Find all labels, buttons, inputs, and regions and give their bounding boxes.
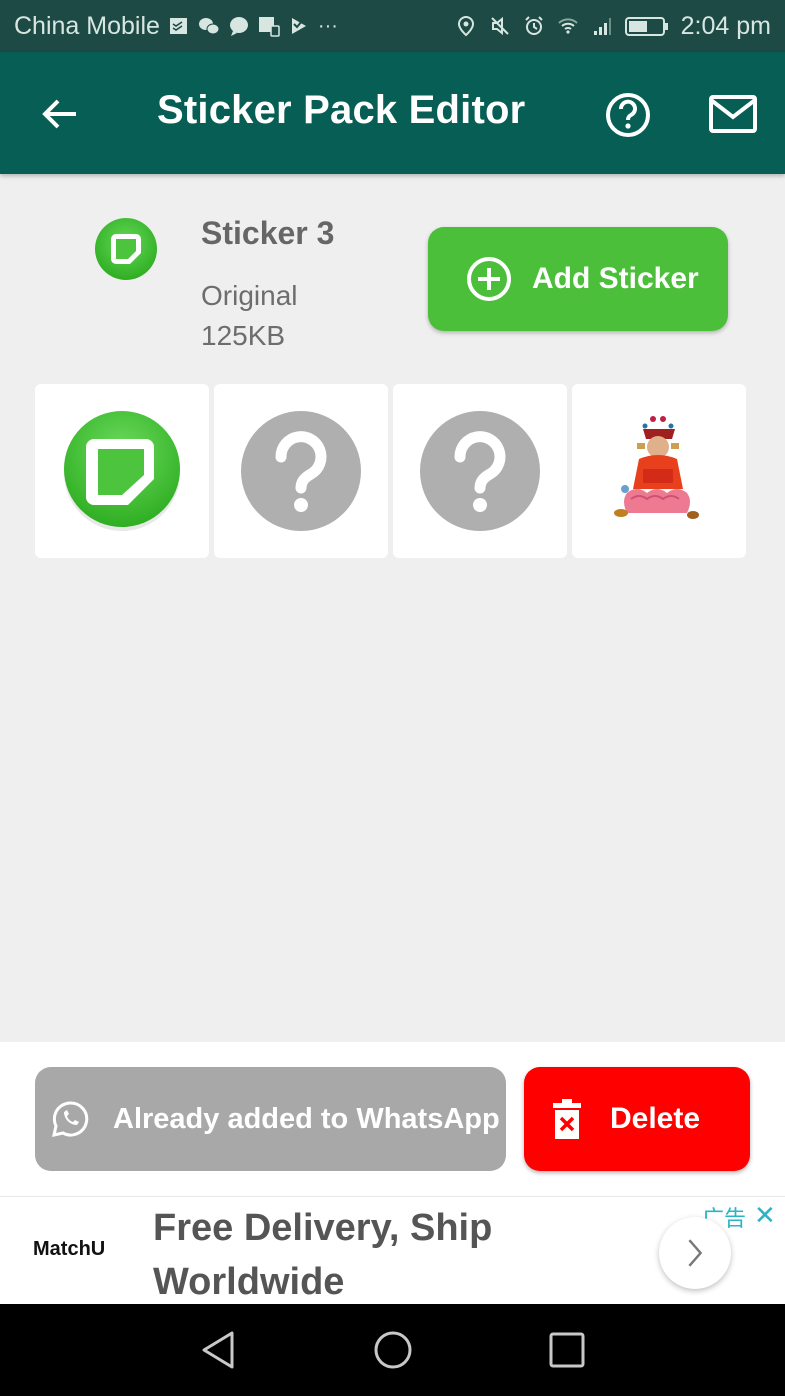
sticker-cell[interactable]	[35, 384, 209, 558]
ad-banner[interactable]: MatchU Free Delivery, Ship Worldwide 广告 …	[0, 1196, 785, 1304]
mute-icon	[489, 15, 511, 37]
app-bar: Sticker Pack Editor	[0, 52, 785, 174]
delete-label: Delete	[610, 1102, 701, 1135]
alarm-icon	[523, 15, 545, 37]
pack-tray-icon	[93, 216, 159, 282]
notes-phone-icon	[258, 15, 280, 37]
carrier-name: China Mobile	[14, 11, 160, 40]
add-sticker-button[interactable]: Add Sticker	[428, 227, 728, 331]
help-button[interactable]	[604, 91, 652, 139]
pack-size: 125KB	[201, 320, 286, 351]
add-sticker-label: Add Sticker	[532, 262, 699, 295]
sticker-cell[interactable]	[214, 384, 388, 558]
triangle-back-icon	[202, 1331, 234, 1369]
nav-recents-button[interactable]	[545, 1328, 589, 1372]
location-icon	[455, 15, 477, 37]
back-button[interactable]	[38, 92, 82, 136]
chevron-right-icon	[688, 1239, 703, 1267]
ad-brand: MatchU	[33, 1238, 106, 1260]
arrow-left-icon	[42, 99, 76, 129]
square-recents-icon	[549, 1332, 585, 1368]
question-placeholder-icon	[241, 411, 361, 531]
mail-icon	[709, 95, 757, 133]
nav-back-button[interactable]	[198, 1328, 242, 1372]
system-nav-bar	[0, 1304, 785, 1396]
ad-close-button[interactable]: ✕	[754, 1200, 776, 1231]
wechat-icon	[198, 15, 220, 37]
pack-name: Sticker 3	[201, 215, 335, 251]
whatsapp-status-label: Already added to WhatsApp	[113, 1102, 500, 1135]
check-flag-icon	[288, 15, 310, 37]
delete-button[interactable]: Delete	[524, 1067, 750, 1171]
wifi-icon	[557, 15, 579, 37]
battery-icon	[624, 15, 669, 37]
nav-home-button[interactable]	[371, 1328, 415, 1372]
god-of-wealth-sticker-image	[614, 416, 699, 519]
page-title: Sticker Pack Editor	[157, 88, 526, 132]
sticker-cell[interactable]	[572, 384, 746, 558]
more-notifications: ···	[317, 14, 338, 37]
status-bar: China Mobile ··· 2:04 pm	[0, 0, 785, 52]
sticker-app-logo-icon	[64, 411, 180, 531]
ad-headline[interactable]: Free Delivery, Ship Worldwide	[153, 1201, 573, 1309]
ad-next-button[interactable]	[659, 1217, 731, 1289]
circle-home-icon	[374, 1331, 412, 1369]
signal-icon	[591, 15, 613, 37]
pack-quality: Original	[201, 280, 298, 311]
notes-icon	[168, 15, 190, 37]
mail-button[interactable]	[708, 92, 758, 138]
question-placeholder-icon	[420, 411, 540, 531]
sticker-grid	[35, 384, 746, 558]
plus-circle-icon	[467, 257, 511, 301]
sticker-cell[interactable]	[393, 384, 567, 558]
clock: 2:04 pm	[680, 11, 771, 40]
whatsapp-icon	[52, 1101, 89, 1137]
help-circle-icon	[606, 93, 650, 137]
trash-icon	[553, 1099, 581, 1139]
add-to-whatsapp-button[interactable]: Already added to WhatsApp	[35, 1067, 506, 1171]
message-icon	[228, 15, 250, 37]
